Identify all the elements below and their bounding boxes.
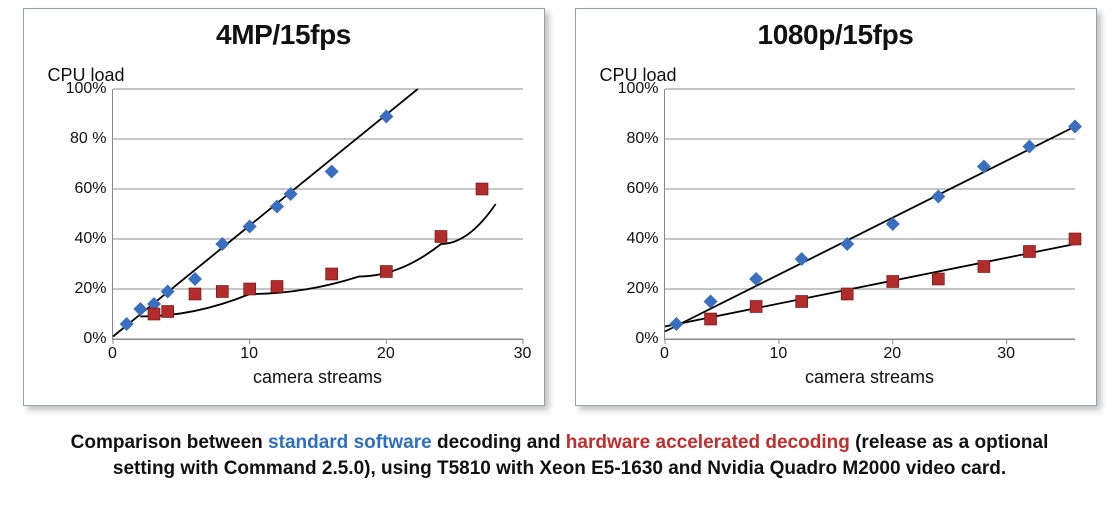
y-tick: 40% bbox=[74, 230, 106, 248]
caption-text: (release as a optional bbox=[850, 432, 1049, 453]
chart-panel-1080p: 1080p/15fps CPU load camera streams 0%20… bbox=[575, 8, 1097, 406]
caption-blue: standard software bbox=[268, 432, 432, 453]
figure-caption: Comparison between standard software dec… bbox=[12, 430, 1107, 481]
y-tick: 100% bbox=[618, 80, 659, 98]
y-tick: 60% bbox=[74, 180, 106, 198]
chart-panel-4mp: 4MP/15fps CPU load camera streams 0%20%4… bbox=[23, 8, 545, 406]
x-tick: 10 bbox=[240, 345, 258, 363]
y-tick: 0% bbox=[635, 330, 658, 348]
x-tick: 30 bbox=[997, 345, 1015, 363]
chart-title: 4MP/15fps bbox=[24, 19, 544, 51]
plot-svg bbox=[113, 89, 523, 339]
caption-text: Comparison between bbox=[71, 432, 268, 453]
y-tick: 20% bbox=[74, 280, 106, 298]
caption-text: decoding and bbox=[432, 432, 566, 453]
chart-title: 1080p/15fps bbox=[576, 19, 1096, 51]
y-tick: 0% bbox=[83, 330, 106, 348]
chart-row: 4MP/15fps CPU load camera streams 0%20%4… bbox=[12, 8, 1107, 406]
plot-svg bbox=[665, 89, 1075, 339]
caption-text: setting with Command 2.5.0), using T5810… bbox=[113, 458, 1006, 479]
x-axis-label: camera streams bbox=[665, 367, 1075, 388]
caption-red: hardware accelerated decoding bbox=[566, 432, 850, 453]
x-tick: 0 bbox=[108, 345, 117, 363]
y-tick: 60% bbox=[626, 180, 658, 198]
y-tick: 100% bbox=[66, 80, 107, 98]
plot-area: camera streams 0%20%40%60%80%100%0102030 bbox=[664, 89, 1075, 340]
x-tick: 20 bbox=[377, 345, 395, 363]
x-tick: 0 bbox=[660, 345, 669, 363]
y-tick: 20% bbox=[626, 280, 658, 298]
x-axis-label: camera streams bbox=[113, 367, 523, 388]
y-tick: 40% bbox=[626, 230, 658, 248]
y-tick: 80% bbox=[626, 130, 658, 148]
x-tick: 30 bbox=[514, 345, 532, 363]
y-tick: 80 % bbox=[70, 130, 106, 148]
figure: 4MP/15fps CPU load camera streams 0%20%4… bbox=[0, 0, 1119, 506]
x-tick: 10 bbox=[769, 345, 787, 363]
x-tick: 20 bbox=[883, 345, 901, 363]
plot-area: camera streams 0%20%40%60%80 %100%010203… bbox=[112, 89, 523, 340]
